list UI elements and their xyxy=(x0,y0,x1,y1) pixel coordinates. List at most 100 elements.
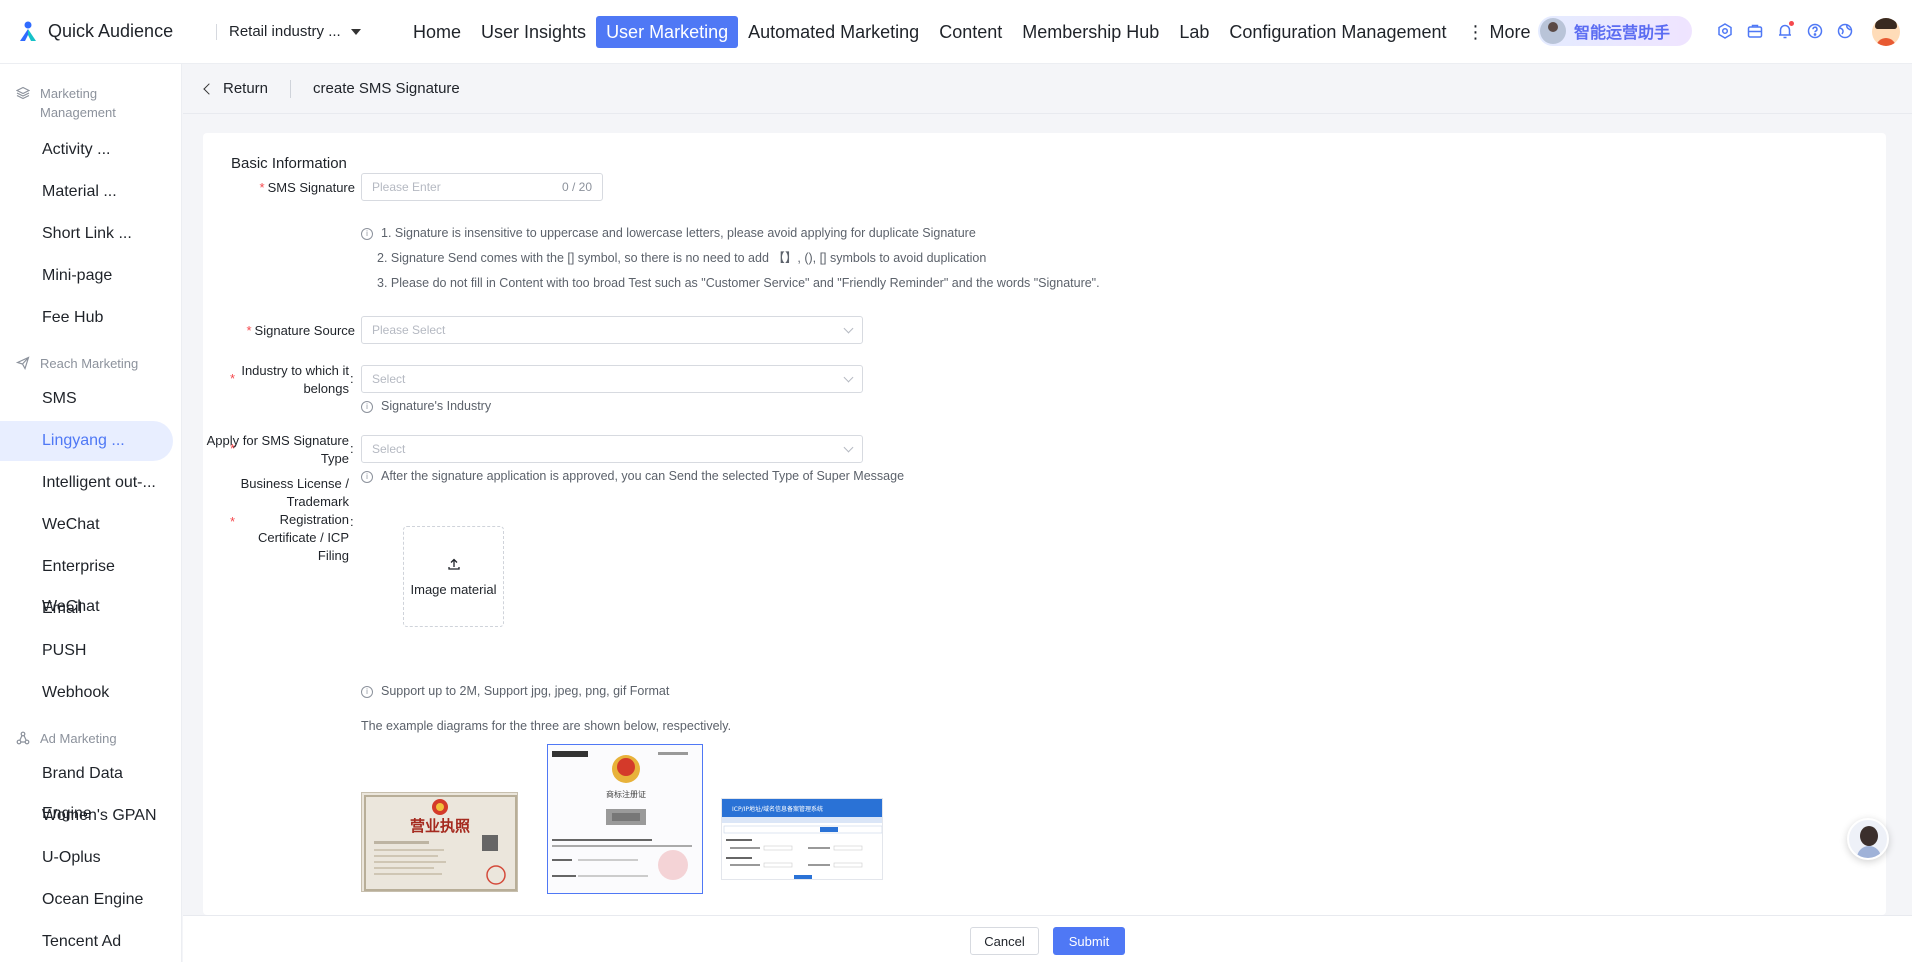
sidebar-item-lingyang[interactable]: Lingyang ... xyxy=(0,421,173,461)
sms-signature-tips: i 1. Signature is insensitive to uppercas… xyxy=(361,221,1100,296)
main-nav: Home User Insights User Marketing Automa… xyxy=(403,15,1541,48)
upload-label: Image material xyxy=(410,581,497,597)
quick-audience-logo-icon xyxy=(16,20,40,44)
globe-icon[interactable] xyxy=(1834,20,1856,42)
cancel-button[interactable]: Cancel xyxy=(970,927,1039,955)
org-selector[interactable]: Retail industry ... xyxy=(229,23,379,40)
info-icon: i xyxy=(361,400,373,413)
sidebar-item-sms[interactable]: SMS xyxy=(0,379,173,419)
industry-select[interactable]: Select xyxy=(361,365,863,393)
character-counter: 0 / 20 xyxy=(561,180,592,194)
sidebar-item-tencent-ad[interactable]: Tencent Ad xyxy=(0,922,173,962)
nav-user-marketing[interactable]: User Marketing xyxy=(596,15,739,48)
assistant-label: 智能运营助手 xyxy=(1574,25,1671,42)
format-tip: i Support up to 2M, Support jpg, jpeg, pn… xyxy=(361,679,669,704)
image-upload-button[interactable]: Image material xyxy=(403,526,504,627)
signature-type-label: Apply for SMS Signature Type xyxy=(206,433,349,466)
required-mark: * xyxy=(246,323,252,338)
sms-signature-label-text: SMS Signature xyxy=(267,180,355,195)
user-avatar[interactable] xyxy=(1872,18,1900,46)
nav-more[interactable]: ⋮ More xyxy=(1457,16,1541,48)
business-license-sample-image[interactable]: 营业执照 xyxy=(361,792,518,892)
info-icon: i xyxy=(361,470,373,483)
sidebar-item-mini-page[interactable]: Mini-page xyxy=(0,256,173,296)
signature-source-select[interactable]: Please Select xyxy=(361,316,863,344)
sidebar-item-intelligent-outbound[interactable]: Intelligent out-... xyxy=(0,463,173,503)
org-selector-label: Retail industry ... xyxy=(229,23,341,40)
icp-filing-sample-image[interactable]: ICP/IP地址/域名信息备案管理系统 xyxy=(721,798,883,880)
sidebar-item-short-link[interactable]: Short Link ... xyxy=(0,214,173,254)
nav-automated-marketing[interactable]: Automated Marketing xyxy=(738,16,929,48)
page-title: create SMS Signature xyxy=(313,80,460,97)
colon: : xyxy=(350,514,354,529)
app-name: Quick Audience xyxy=(48,21,174,41)
send-icon xyxy=(15,356,32,372)
sidebar-item-brand-data-engine[interactable]: Brand Data Engine xyxy=(0,754,173,822)
bell-icon[interactable] xyxy=(1774,20,1796,42)
nav-user-insights[interactable]: User Insights xyxy=(471,16,596,48)
sidebar-item-fee-hub[interactable]: Fee Hub xyxy=(0,298,173,338)
sidebar-item-u-oplus[interactable]: U-Oplus xyxy=(0,838,173,878)
format-tip-text: Support up to 2M, Support jpg, jpeg, png… xyxy=(381,684,670,698)
signature-source-placeholder: Please Select xyxy=(372,323,446,337)
sidebar-item-material[interactable]: Material ... xyxy=(0,172,173,212)
return-button[interactable]: Return xyxy=(203,80,269,97)
sidebar-item-webhook[interactable]: Webhook xyxy=(0,673,173,713)
ai-assistant-button[interactable]: 智能运营助手 xyxy=(1538,16,1692,46)
chevron-down-icon xyxy=(843,372,854,382)
submit-button[interactable]: Submit xyxy=(1053,927,1125,955)
settings-hex-icon[interactable] xyxy=(1714,20,1736,42)
signature-type-placeholder: Select xyxy=(372,442,406,456)
notification-dot xyxy=(1789,21,1794,26)
return-label: Return xyxy=(223,80,269,97)
sidebar-group-label: Reach Marketing xyxy=(40,356,139,371)
sms-signature-placeholder: Please Enter xyxy=(372,180,441,194)
sidebar-item-womens-gpan[interactable]: Women's GPAN xyxy=(0,796,173,836)
floating-assistant-avatar[interactable] xyxy=(1847,818,1889,860)
top-navigation-bar: Quick Audience Retail industry ... Home … xyxy=(0,0,1912,64)
breadcrumb: Return create SMS Signature xyxy=(183,64,1912,114)
signature-type-tip: i After the signature application is appr… xyxy=(361,464,904,489)
upload-icon xyxy=(447,557,461,576)
toolbox-icon[interactable] xyxy=(1744,20,1766,42)
license-sample-title: 营业执照 xyxy=(410,817,470,835)
license-label: Business License / Trademark Registratio… xyxy=(240,476,349,563)
tip-line-2: 2. Signature Send comes with the [] symb… xyxy=(377,251,987,265)
signature-type-select[interactable]: Select xyxy=(361,435,863,463)
sidebar: Marketing Management Activity ... Materi… xyxy=(0,64,182,962)
signature-type-tip-text: After the signature application is appro… xyxy=(381,469,905,483)
chevron-left-icon xyxy=(203,82,215,95)
nodes-icon xyxy=(16,731,32,747)
form-card: Basic Information * SMS Signature Please … xyxy=(203,133,1886,915)
nav-content[interactable]: Content xyxy=(929,16,1012,48)
sidebar-group-label: Marketing Management xyxy=(40,86,116,120)
app-logo[interactable]: Quick Audience xyxy=(16,20,196,44)
colon: : xyxy=(350,441,354,456)
divider xyxy=(216,23,217,40)
sidebar-item-activity[interactable]: Activity ... xyxy=(0,130,173,170)
sidebar-item-ocean-engine[interactable]: Ocean Engine xyxy=(0,880,173,920)
required-mark: * xyxy=(259,180,265,195)
industry-placeholder: Select xyxy=(372,372,406,386)
trademark-certificate-sample-image[interactable]: 商标注册证 xyxy=(547,744,703,894)
nav-lab[interactable]: Lab xyxy=(1169,16,1219,48)
sidebar-item-enterprise-wechat[interactable]: Enterprise WeChat xyxy=(0,547,173,615)
sidebar-item-push[interactable]: PUSH xyxy=(0,631,173,671)
trademark-sample-title: 商标注册证 xyxy=(606,789,646,799)
nav-home[interactable]: Home xyxy=(403,16,471,48)
signature-source-label: * Signature Source xyxy=(203,322,355,340)
tip-line-1: 1. Signature is insensitive to uppercase… xyxy=(381,226,976,240)
signature-source-label-text: Signature Source xyxy=(254,323,355,338)
industry-tip-text: Signature's Industry xyxy=(381,399,492,413)
nav-configuration-management[interactable]: Configuration Management xyxy=(1219,16,1456,48)
help-icon[interactable] xyxy=(1804,20,1826,42)
chevron-down-icon xyxy=(843,442,854,452)
form-footer: Cancel Submit xyxy=(183,915,1912,962)
sidebar-item-wechat[interactable]: WeChat xyxy=(0,505,173,545)
layers-icon xyxy=(15,86,32,102)
chevron-down-icon xyxy=(843,323,854,333)
caret-down-icon xyxy=(350,28,361,35)
sms-signature-input[interactable]: Please Enter 0 / 20 xyxy=(361,173,603,201)
section-title: Basic Information xyxy=(231,155,347,172)
nav-membership-hub[interactable]: Membership Hub xyxy=(1012,16,1169,48)
